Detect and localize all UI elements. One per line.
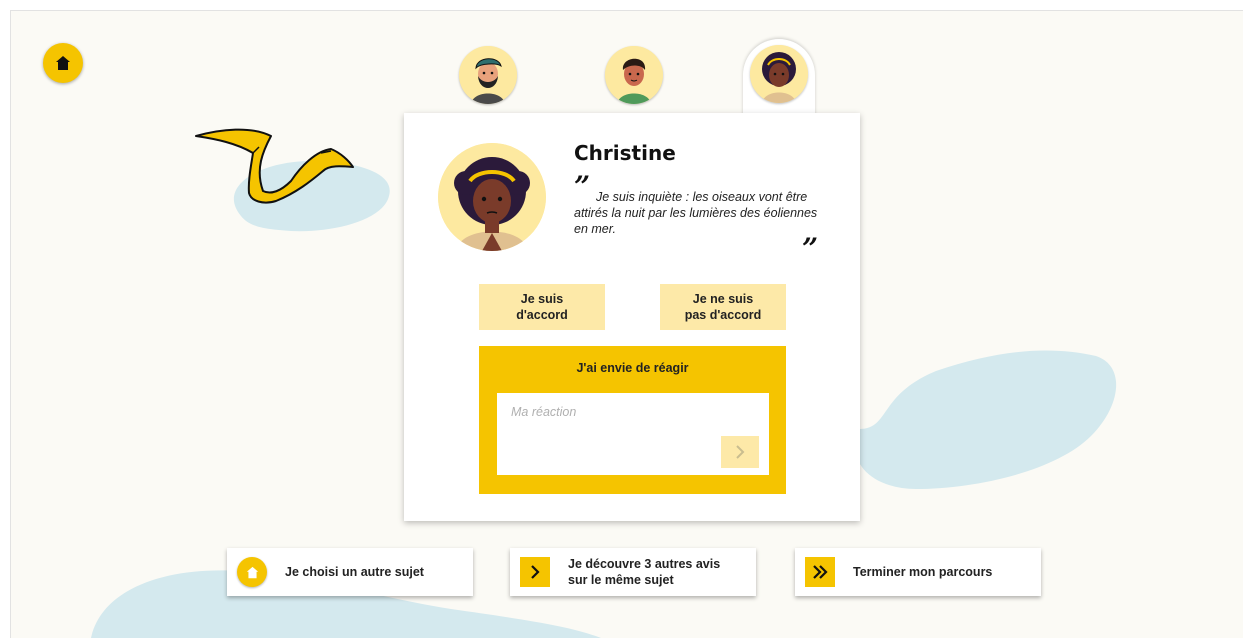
discover-more-label: Je découvre 3 autres avis sur le même su… [568,557,721,587]
agree-button[interactable]: Je suis d'accord [479,284,605,330]
young-man-avatar-icon [605,46,663,104]
character-name: Christine [574,141,676,165]
christine-portrait [438,143,546,251]
christine-tab-avatar [750,45,808,103]
christine-portrait-icon [438,143,546,251]
christine-avatar-icon [750,45,808,103]
chevron-icon-box [520,557,550,587]
home-icon-circle [237,557,267,587]
send-reaction-button[interactable] [721,436,759,468]
reaction-panel: J'ai envie de réagir [479,346,786,494]
double-chevron-right-icon [813,565,828,579]
finish-journey-button[interactable]: Terminer mon parcours [795,548,1041,596]
character-tab-young-man[interactable] [605,46,663,104]
character-quote: Je suis inquiète : les oiseaux vont être… [574,190,818,236]
disagree-button[interactable]: Je ne suis pas d'accord [660,284,786,330]
home-icon [56,56,70,70]
disagree-button-label: Je ne suis pas d'accord [684,292,762,322]
opinion-card: Christine ” Je suis inquiète : les oisea… [404,113,860,521]
character-tab-bearded-man[interactable] [459,46,517,104]
reaction-title: J'ai envie de réagir [576,361,689,375]
choose-other-topic-label: Je choisi un autre sujet [285,565,424,579]
home-button[interactable] [43,43,83,83]
chevron-right-icon [736,445,745,459]
character-tab-christine[interactable] [743,39,815,123]
app-frame: Christine ” Je suis inquiète : les oisea… [10,10,1243,638]
home-icon [246,566,258,578]
chevron-right-icon [531,565,540,579]
choose-other-topic-button[interactable]: Je choisi un autre sujet [227,548,473,596]
double-chevron-icon-box [805,557,835,587]
quote-close-mark: ” [802,232,819,265]
discover-more-opinions-button[interactable]: Je découvre 3 autres avis sur le même su… [510,548,756,596]
seagull-illustration [195,128,354,204]
bearded-man-avatar-icon [459,46,517,104]
agree-button-label: Je suis d'accord [516,292,568,322]
finish-journey-label: Terminer mon parcours [853,565,993,579]
